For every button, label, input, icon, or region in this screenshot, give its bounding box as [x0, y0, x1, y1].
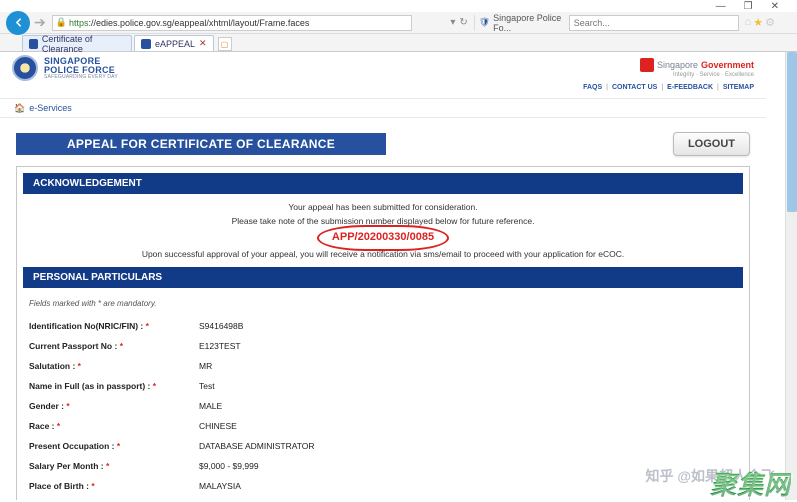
url-scheme: https [69, 18, 89, 28]
scroll-thumb[interactable] [787, 52, 797, 212]
sg-lion-icon [640, 58, 654, 72]
form-row: Current Passport No : *E123TEST [23, 336, 743, 356]
close-tab-icon[interactable]: ✕ [199, 38, 207, 49]
mandatory-note: Fields marked with * are mandatory. [23, 292, 743, 316]
form-row: Name in Full (as in passport) : *Test [23, 376, 743, 396]
field-label: Date of Birth : * [23, 496, 193, 500]
field-label: Name in Full (as in passport) : * [23, 376, 193, 396]
refresh-icon[interactable]: ↻ [459, 17, 467, 28]
vertical-scrollbar[interactable] [785, 52, 797, 500]
breadcrumb-link[interactable]: e-Services [29, 103, 72, 113]
link-contact[interactable]: CONTACT US [612, 84, 657, 98]
tab-label: Certificate of Clearance [42, 34, 125, 54]
browser-nav-bar: ➔ 🔒 https://edies.police.gov.sg/eappeal/… [0, 12, 797, 34]
address-bar[interactable]: 🔒 https://edies.police.gov.sg/eappeal/xh… [52, 15, 412, 31]
ack-line-3: Upon successful approval of your appeal,… [23, 248, 743, 262]
field-label: Salary Per Month : * [23, 456, 193, 476]
back-arrow-icon [12, 16, 25, 29]
gov-text-1: Singapore [657, 60, 698, 70]
restore-button[interactable]: ❐ [744, 1, 753, 12]
form-row: Identification No(NRIC/FIN) : *S9416498B [23, 316, 743, 336]
logout-button[interactable]: LOGOUT [673, 132, 750, 156]
ack-line-2: Please take note of the submission numbe… [23, 215, 743, 229]
ack-line-1: Your appeal has been submitted for consi… [23, 201, 743, 215]
browser-tabs: Certificate of Clearance eAPPEAL ✕ ▢ [0, 34, 797, 52]
breadcrumb: 🏠 e-Services [0, 98, 766, 118]
field-label: Gender : * [23, 396, 193, 416]
new-tab-button[interactable]: ▢ [218, 37, 232, 51]
favicon-icon [29, 39, 38, 49]
spf-crest-icon [12, 55, 38, 81]
link-sitemap[interactable]: SITEMAP [723, 84, 754, 98]
field-label: Current Passport No : * [23, 336, 193, 356]
star-icon[interactable]: ★ [753, 16, 763, 29]
site-header: SINGAPORE POLICE FORCE SAFEGUARDING EVER… [0, 52, 766, 84]
form-row: Race : *CHINESE [23, 416, 743, 436]
lock-icon: 🔒 [56, 17, 67, 28]
site-identity[interactable]: 🛡 Singapore Police Fo... [474, 15, 569, 31]
gov-subtext: Integrity · Service · Excellence [640, 72, 754, 78]
field-value: Test [193, 376, 743, 396]
field-value: MR [193, 356, 743, 376]
form-row: Gender : *MALE [23, 396, 743, 416]
link-feedback[interactable]: E-FEEDBACK [667, 84, 713, 98]
field-value: MALAYSIA [193, 476, 743, 496]
header-links: FAQS| CONTACT US| E-FEEDBACK| SITEMAP [0, 84, 766, 98]
site-identity-text: Singapore Police Fo... [493, 13, 565, 33]
minimize-button[interactable]: — [716, 1, 726, 12]
page-viewport: SINGAPORE POLICE FORCE SAFEGUARDING EVER… [0, 52, 766, 500]
link-faqs[interactable]: FAQS [583, 84, 602, 98]
home-icon[interactable]: 🏠 [14, 103, 25, 114]
tab-eappeal[interactable]: eAPPEAL ✕ [134, 35, 214, 51]
back-button[interactable] [6, 11, 30, 35]
dropdown-icon[interactable]: ▾ [450, 17, 455, 28]
form-row: Place of Birth : *MALAYSIA [23, 476, 743, 496]
favorites-icons: ⌂ ★ ⚙ [745, 16, 797, 29]
field-label: Present Occupation : * [23, 436, 193, 456]
field-label: Salutation : * [23, 356, 193, 376]
main-panel: ACKNOWLEDGEMENT Your appeal has been sub… [16, 166, 750, 500]
forward-button[interactable]: ➔ [34, 14, 46, 31]
form-row: Salutation : *MR [23, 356, 743, 376]
section-personal: PERSONAL PARTICULARS [23, 267, 743, 288]
field-value: MALE [193, 396, 743, 416]
section-acknowledgement: ACKNOWLEDGEMENT [23, 173, 743, 194]
close-window-button[interactable]: ✕ [771, 1, 779, 12]
gear-icon[interactable]: ⚙ [765, 16, 775, 29]
tab-certificate[interactable]: Certificate of Clearance [22, 35, 132, 51]
field-value: $9,000 - $9,999 [193, 456, 743, 476]
url-path: ://edies.police.gov.sg/eappeal/xhtml/lay… [88, 18, 309, 28]
gov-text-2: Government [701, 60, 754, 70]
field-value: DATABASE ADMINISTRATOR [193, 436, 743, 456]
window-controls: — ❐ ✕ [0, 0, 797, 12]
tab-label: eAPPEAL [155, 39, 195, 49]
field-label: Race : * [23, 416, 193, 436]
field-label: Place of Birth : * [23, 476, 193, 496]
field-value: 01/01/1994 [193, 496, 743, 500]
page-title: APPEAL FOR CERTIFICATE OF CLEARANCE [16, 133, 386, 155]
field-value: S9416498B [193, 316, 743, 336]
home-icon[interactable]: ⌂ [745, 16, 752, 29]
field-value: E123TEST [193, 336, 743, 356]
field-label: Identification No(NRIC/FIN) : * [23, 316, 193, 336]
form-row: Present Occupation : *DATABASE ADMINISTR… [23, 436, 743, 456]
url-controls: ▾ ↻ [412, 17, 472, 28]
org-tagline: SAFEGUARDING EVERY DAY [44, 74, 118, 80]
submission-number: APP/20200330/0085 [322, 228, 444, 248]
personal-particulars-table: Identification No(NRIC/FIN) : *S9416498B… [23, 316, 743, 500]
browser-search-input[interactable] [569, 15, 739, 31]
shield-icon: 🛡 [479, 17, 490, 28]
form-row: Salary Per Month : *$9,000 - $9,999 [23, 456, 743, 476]
field-value: CHINESE [193, 416, 743, 436]
form-row: Date of Birth : *01/01/1994 [23, 496, 743, 500]
favicon-icon [141, 39, 151, 49]
